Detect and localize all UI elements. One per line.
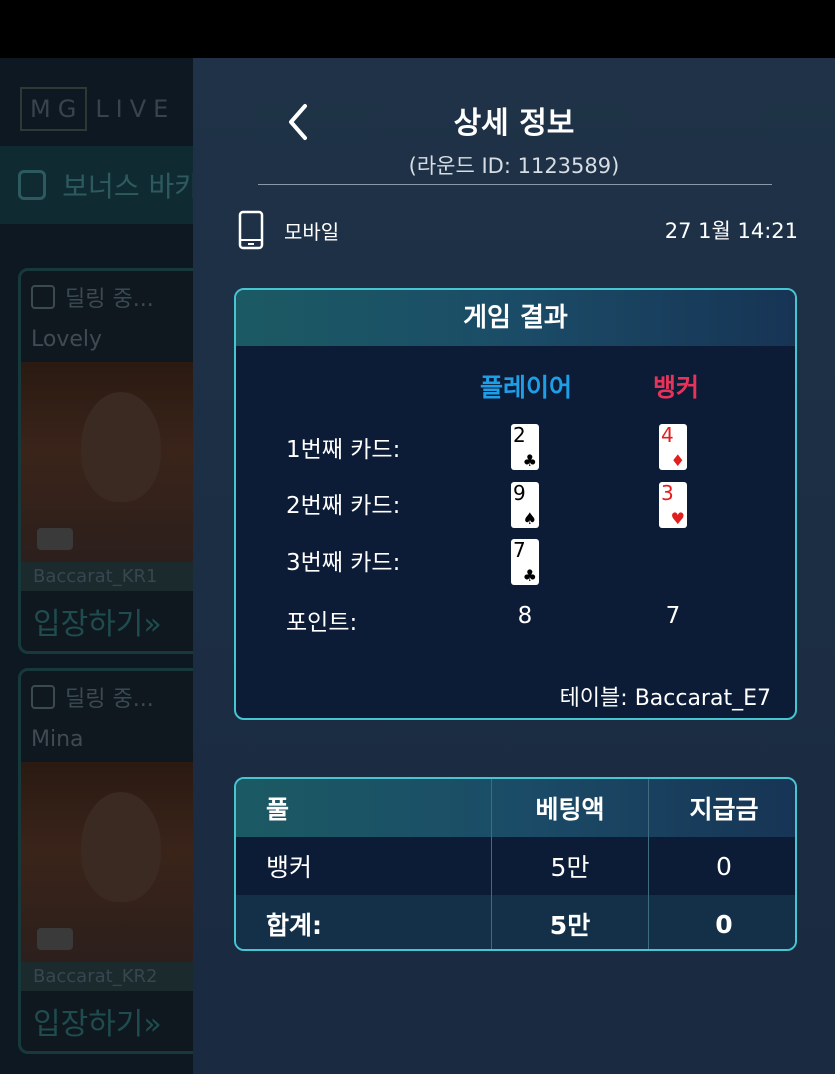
- enter-button[interactable]: 입장하기»: [21, 591, 200, 651]
- header-pool: 풀: [266, 795, 290, 824]
- heart-suit-icon: ♥: [670, 509, 685, 528]
- total-label: 합계:: [266, 911, 322, 940]
- bet-table: 풀 베팅액 지급금 뱅커 5만 0 합계: 5만 0: [234, 777, 797, 951]
- enter-button[interactable]: 입장하기»: [21, 991, 200, 1051]
- card-rank: 2: [513, 423, 526, 447]
- player-column-label: 플레이어: [479, 373, 572, 402]
- banker-card-1: 4 ♦: [659, 424, 687, 470]
- club-suit-icon: ♣: [522, 451, 537, 470]
- bonus-baccarat-tab[interactable]: 보너스 바카: [0, 146, 200, 224]
- detail-panel: 상세 정보 (라운드 ID: 1123589) 모바일 27 1월 14:21 …: [193, 58, 835, 1074]
- table-name: 테이블: Baccarat_E7: [559, 686, 771, 711]
- device-row: 모바일 27 1월 14:21: [238, 208, 798, 252]
- tile-header: 딜링 중...: [21, 271, 200, 323]
- lobby-background: MG LIVE 보너스 바카 딜링 중... Lovely Baccarat_K…: [0, 58, 200, 1074]
- dealer-name: Mina: [31, 727, 84, 752]
- bet-table-header: 풀 베팅액 지급금: [236, 779, 795, 837]
- dealer-photo: [21, 362, 200, 562]
- dealer-face: [81, 792, 161, 902]
- tile-status: 딜링 중...: [65, 687, 154, 712]
- header-divider: [258, 184, 772, 185]
- player-card-3: 7 ♣: [511, 539, 539, 585]
- dealer-face: [81, 392, 161, 502]
- device-label: 모바일: [284, 219, 340, 244]
- card-rank: 3: [661, 481, 674, 505]
- card-rank: 9: [513, 481, 526, 505]
- card-icon: [31, 685, 55, 709]
- points-label: 포인트:: [286, 610, 358, 636]
- banker-card-2: 3 ♥: [659, 482, 687, 528]
- player-card-2: 9 ♠: [511, 482, 539, 528]
- card-row-1-label: 1번째 카드:: [286, 437, 401, 463]
- round-id: (라운드 ID: 1123589): [408, 154, 620, 178]
- status-bar: [0, 0, 835, 58]
- card-icon: [31, 285, 55, 309]
- banker-points: 7: [665, 603, 681, 629]
- card-icon: [18, 170, 47, 200]
- diamond-suit-icon: ♦: [670, 451, 685, 470]
- card-row-3-label: 3번째 카드:: [286, 550, 401, 576]
- card-rank: 7: [513, 538, 526, 562]
- total-row: 합계: 5만 0: [236, 895, 795, 949]
- card-row-2-label: 2번째 카드:: [286, 493, 401, 519]
- tile-header: 딜링 중...: [21, 671, 200, 723]
- bonus-baccarat-label: 보너스 바카: [62, 170, 200, 203]
- dealer-name: Lovely: [31, 327, 103, 352]
- dealer-photo: [21, 762, 200, 962]
- logo-live: LIVE: [95, 95, 176, 123]
- page-title: 상세 정보: [453, 106, 575, 141]
- total-payout: 0: [648, 895, 795, 949]
- app-root: MG LIVE 보너스 바카 딜링 중... Lovely Baccarat_K…: [0, 0, 835, 1074]
- bet-payout: 0: [648, 837, 795, 895]
- table-name: Baccarat_KR2: [21, 962, 200, 991]
- total-bet-amount: 5만: [491, 895, 648, 949]
- bet-pool: 뱅커: [266, 853, 313, 882]
- table-tile-kr2[interactable]: 딜링 중... Mina Baccarat_KR2 입장하기»: [18, 668, 200, 1054]
- logo-mg: MG: [20, 87, 88, 131]
- player-points: 8: [517, 603, 533, 629]
- korea-flag-icon: [37, 528, 73, 550]
- banker-column-label: 뱅커: [652, 373, 699, 402]
- game-result-header: 게임 결과: [236, 290, 795, 346]
- spade-suit-icon: ♠: [522, 509, 537, 528]
- korea-flag-icon: [37, 928, 73, 950]
- bet-time: 27 1월 14:21: [664, 219, 798, 243]
- player-card-1: 2 ♣: [511, 424, 539, 470]
- mobile-phone-icon: [238, 210, 264, 250]
- club-suit-icon: ♣: [522, 566, 537, 585]
- bet-amount: 5만: [491, 837, 648, 895]
- card-rank: 4: [661, 423, 674, 447]
- game-result-box: 게임 결과 플레이어 뱅커 1번째 카드: 2번째 카드: 3번째 카드: 포인…: [234, 288, 797, 720]
- table-name: Baccarat_KR1: [21, 562, 200, 591]
- table-tile-kr1[interactable]: 딜링 중... Lovely Baccarat_KR1 입장하기»: [18, 268, 200, 654]
- table-row: 뱅커 5만 0: [236, 837, 795, 895]
- tile-status: 딜링 중...: [65, 287, 154, 312]
- header-bet-amount: 베팅액: [491, 779, 648, 837]
- header-payout: 지급금: [648, 779, 795, 837]
- mg-live-logo: MG LIVE: [20, 80, 175, 138]
